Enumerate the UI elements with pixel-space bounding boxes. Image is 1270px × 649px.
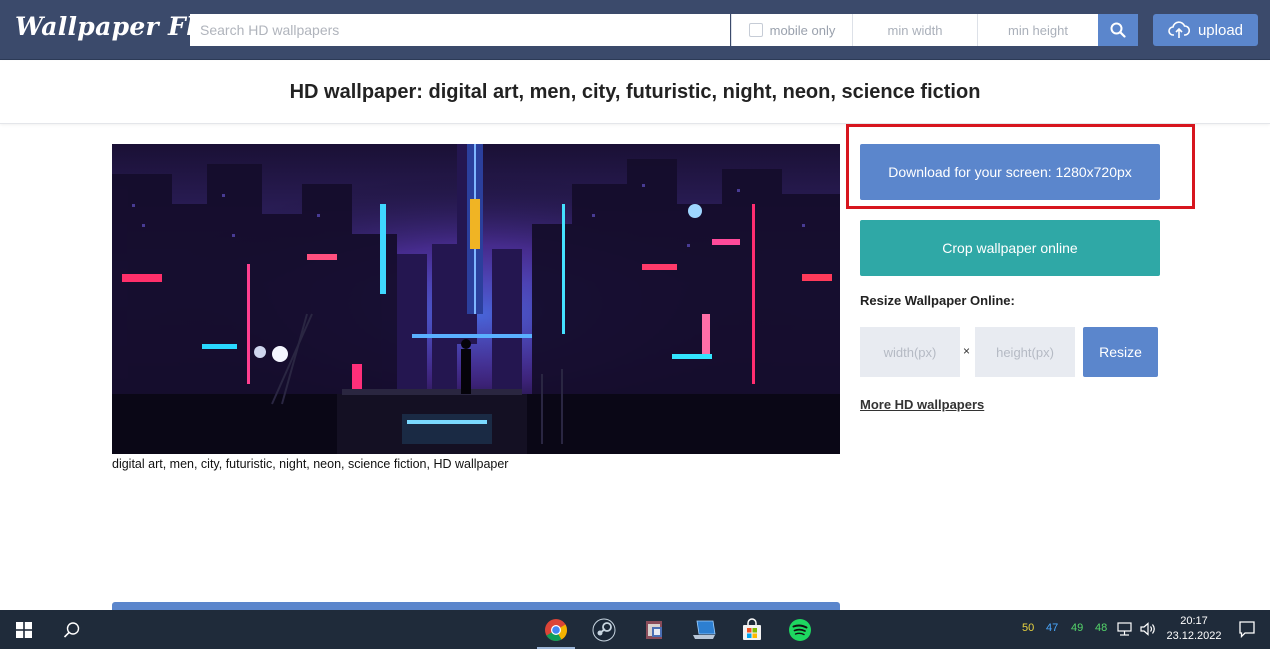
search-button[interactable]: [1098, 14, 1138, 46]
start-button[interactable]: [0, 610, 48, 649]
title-bar: HD wallpaper: digital art, men, city, fu…: [0, 61, 1270, 124]
highlight-frame: [846, 124, 1195, 209]
wallpaper-caption: digital art, men, city, futuristic, nigh…: [112, 457, 509, 471]
clock-date: 23.12.2022: [1166, 630, 1222, 642]
search-input[interactable]: [190, 14, 730, 46]
taskbar-clock[interactable]: 20:17 23.12.2022: [1162, 614, 1226, 644]
min-width-field[interactable]: min width: [852, 14, 977, 46]
resize-height-input[interactable]: [975, 327, 1075, 377]
taskbar-computer[interactable]: [681, 610, 727, 649]
search-icon: [63, 621, 80, 638]
times-symbol: ×: [963, 344, 971, 358]
tray-number-1: 50: [1022, 622, 1035, 634]
min-height-field[interactable]: min height: [977, 14, 1098, 46]
wallpaper-image[interactable]: [112, 144, 840, 454]
crop-wallpaper-button[interactable]: Crop wallpaper online: [860, 220, 1160, 276]
resize-button[interactable]: Resize: [1083, 327, 1158, 377]
chrome-icon: [545, 618, 567, 641]
windows-logo-icon: [16, 621, 32, 638]
page-title: HD wallpaper: digital art, men, city, fu…: [289, 80, 981, 103]
windows-taskbar: 50 47 49 48 20:17 23.12.2022: [0, 610, 1270, 649]
tray-number-4: 48: [1095, 622, 1108, 634]
laptop-icon: [693, 620, 716, 639]
notification-icon[interactable]: [1238, 620, 1256, 638]
cloud-upload-icon: [1168, 21, 1190, 38]
search-icon: [1110, 22, 1126, 38]
taskbar-store[interactable]: [729, 610, 775, 649]
archive-app-icon: [646, 620, 662, 639]
clock-time: 20:17: [1180, 615, 1208, 627]
content-strip: [112, 602, 840, 610]
mobile-only-filter[interactable]: mobile only: [731, 14, 852, 46]
taskbar-spotify[interactable]: [777, 610, 823, 649]
taskbar-search-button[interactable]: [48, 610, 96, 649]
store-bag-icon: [743, 617, 761, 640]
tray-number-2: 47: [1046, 622, 1059, 634]
taskbar-chrome[interactable]: [533, 610, 579, 649]
taskbar-archive-app[interactable]: [631, 610, 677, 649]
top-navbar: Wallpaper Flare mobile only min width mi…: [0, 0, 1270, 60]
upload-label: upload: [1197, 21, 1244, 39]
mobile-only-label: mobile only: [769, 22, 836, 38]
tray-number-3: 49: [1071, 622, 1084, 634]
more-wallpapers-link[interactable]: More HD wallpapers: [860, 397, 984, 412]
resize-heading: Resize Wallpaper Online:: [860, 293, 1015, 308]
volume-icon[interactable]: [1139, 621, 1157, 637]
network-icon[interactable]: [1116, 621, 1134, 637]
resize-width-input[interactable]: [860, 327, 960, 377]
steam-icon: [592, 618, 616, 641]
spotify-icon: [789, 618, 811, 641]
upload-button[interactable]: upload: [1153, 14, 1258, 46]
taskbar-steam[interactable]: [581, 610, 627, 649]
mobile-only-checkbox[interactable]: [748, 23, 763, 37]
